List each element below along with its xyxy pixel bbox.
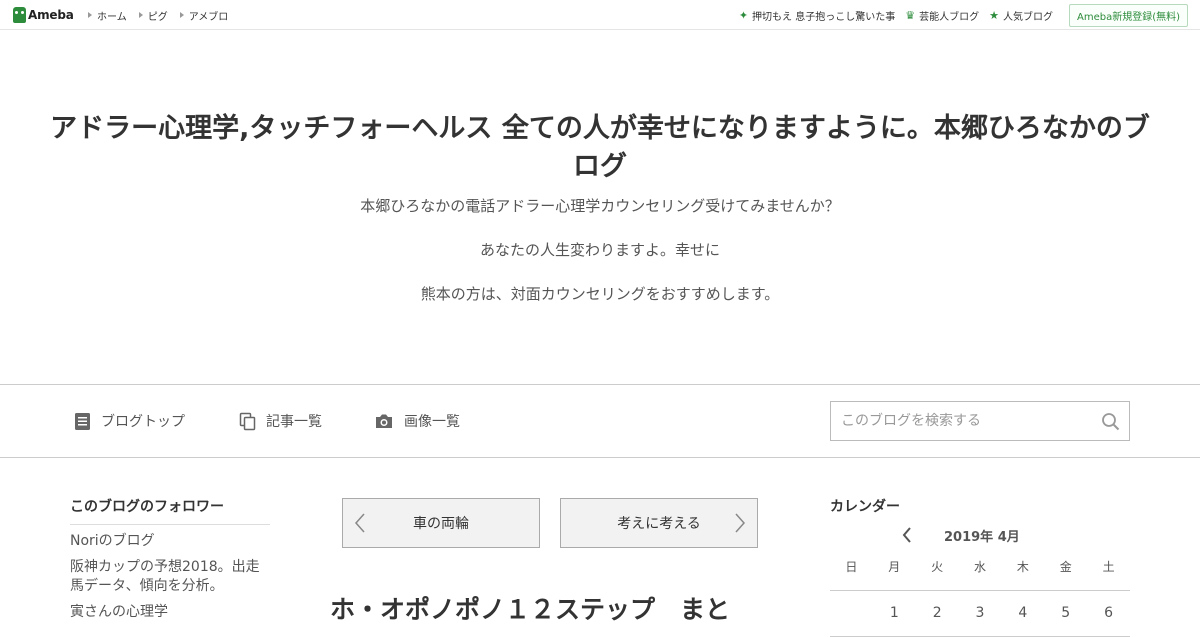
- popular-blog-link[interactable]: ★ 人気ブログ: [989, 8, 1053, 23]
- sparkle-icon: ✦: [738, 8, 749, 22]
- trending-news-link[interactable]: ✦ 押切もえ 息子抱っこし驚いた事: [739, 8, 895, 23]
- calendar-day[interactable]: 1: [873, 605, 916, 621]
- global-nav: ホーム ピグ アメブロ: [88, 0, 240, 30]
- document-icon: [75, 412, 90, 430]
- search-icon[interactable]: [1101, 412, 1120, 431]
- triangle-right-icon: [138, 12, 143, 18]
- calendar-day[interactable]: 2: [916, 605, 959, 621]
- followers-heading: このブログのフォロワー: [70, 496, 270, 525]
- chevron-left-icon[interactable]: [900, 525, 914, 545]
- nav-home-link[interactable]: ホーム: [88, 8, 127, 23]
- blog-title[interactable]: アドラー心理学,タッチフォーヘルス 全ての人が幸せになりますように。本郷ひろなか…: [40, 110, 1160, 186]
- prev-entry-button[interactable]: 車の両輪: [342, 498, 540, 548]
- calendar-day: [830, 605, 873, 621]
- global-header: Ameba ホーム ピグ アメブロ ✦ 押切もえ 息子抱っこし驚いた事 ♛ 芸能人ブ…: [0, 0, 1200, 30]
- crown-icon: ★: [989, 8, 999, 22]
- blog-description-line: 熊本の方は、対面カウンセリングをおすすめします。: [420, 285, 780, 303]
- weekday-label: 月: [888, 560, 901, 574]
- calendar-day[interactable]: 3: [959, 605, 1002, 621]
- triangle-right-icon: [88, 12, 92, 18]
- ameba-logo-icon: [13, 7, 26, 23]
- follower-link[interactable]: Noriのブログ: [70, 532, 270, 551]
- blog-search-input[interactable]: [831, 402, 1091, 440]
- image-list-link[interactable]: 画像一覧: [374, 410, 460, 432]
- nav-pigg-link[interactable]: ピグ: [138, 8, 168, 23]
- copy-icon: [239, 412, 256, 430]
- calendar-heading: カレンダー: [830, 499, 900, 515]
- triangle-right-icon: [179, 12, 184, 18]
- followers-widget: このブログのフォロワー Noriのブログ 阪神カップの予想2018。出走馬データ…: [70, 496, 270, 622]
- blog-nav-bar: ブログトップ 記事一覧 画像一覧: [0, 384, 1200, 458]
- article-list-link[interactable]: 記事一覧: [239, 410, 322, 432]
- calendar-day[interactable]: 4: [1001, 605, 1044, 621]
- ameba-logo-text: Ameba: [28, 8, 74, 22]
- weekday-label: 木: [1016, 560, 1029, 574]
- register-button[interactable]: Ameba新規登録(無料): [1068, 3, 1188, 27]
- chevron-left-icon: [354, 513, 365, 533]
- calendar-weekdays: 日 月 火 水 木 金 土: [830, 558, 1130, 591]
- celebrity-blog-link[interactable]: ♛ 芸能人ブログ: [905, 8, 979, 23]
- blog-description-line: 本郷ひろなかの電話アドラー心理学カウンセリング受けてみませんか？: [360, 197, 840, 215]
- weekday-label: 火: [931, 560, 944, 574]
- next-entry-button[interactable]: 考えに考える: [560, 498, 758, 548]
- chevron-right-icon: [735, 513, 746, 533]
- weekday-label: 金: [1059, 560, 1072, 574]
- entry-title[interactable]: ホ・オポノポノ１２ステップ まと: [330, 590, 770, 626]
- blog-description-line: あなたの人生変わりますよ。幸せに: [479, 241, 720, 259]
- follower-link[interactable]: 寅さんの心理学: [70, 603, 270, 622]
- calendar-month-header: 2019年 4月: [830, 524, 1130, 550]
- blog-top-link[interactable]: ブログトップ: [74, 410, 185, 432]
- calendar-week-row: 1 2 3 4 5 6: [830, 605, 1130, 621]
- nav-ameblo-link[interactable]: アメブロ: [179, 8, 228, 23]
- calendar-widget: カレンダー 2019年 4月 日 月 火 水 木 金 土 1 2 3 4 5 6: [830, 496, 1130, 637]
- weekday-label: 土: [1102, 560, 1115, 574]
- ameba-logo[interactable]: Ameba: [13, 6, 74, 24]
- calendar-day[interactable]: 5: [1044, 605, 1087, 621]
- weekday-label: 日: [845, 560, 858, 574]
- crown-icon: ♛: [905, 8, 916, 22]
- calendar-day[interactable]: 6: [1087, 605, 1130, 621]
- global-links: ✦ 押切もえ 息子抱っこし驚いた事 ♛ 芸能人ブログ ★ 人気ブログ Ameba新規登…: [739, 0, 1188, 30]
- weekday-label: 水: [974, 560, 987, 574]
- follower-link[interactable]: 阪神カップの予想2018。出走馬データ、傾向を分析。: [70, 558, 270, 596]
- calendar-month: 2019年 4月: [944, 530, 1020, 545]
- blog-search: [830, 401, 1130, 441]
- camera-icon: [376, 414, 392, 428]
